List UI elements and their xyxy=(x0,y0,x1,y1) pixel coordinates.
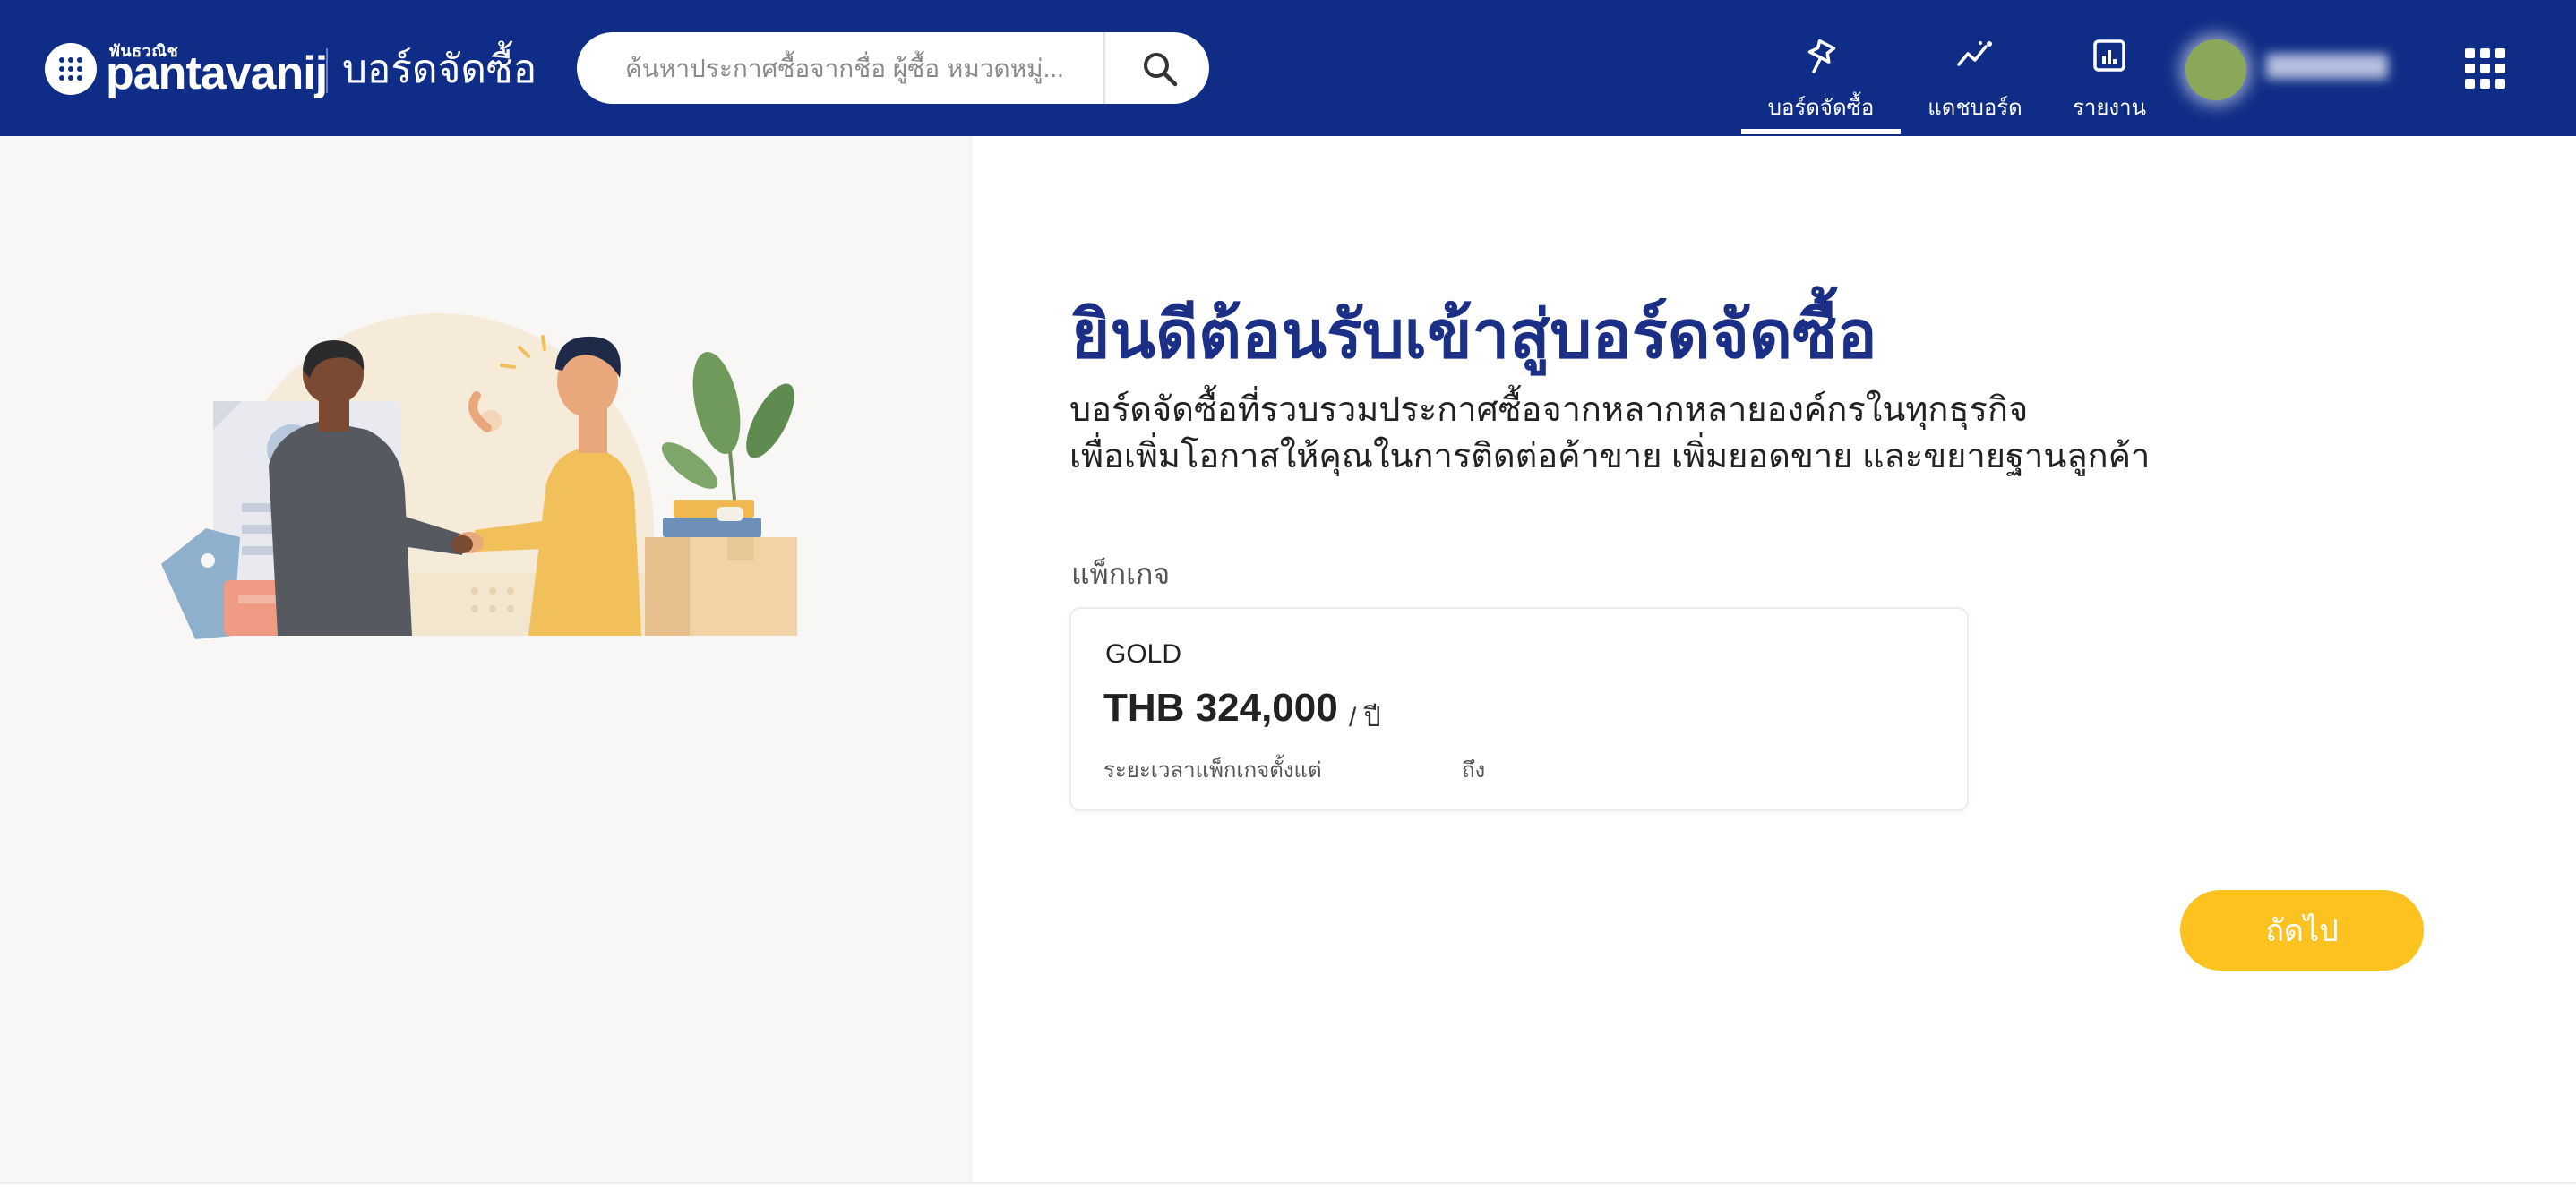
search-bar xyxy=(577,32,1209,104)
search-input[interactable] xyxy=(623,50,1111,88)
nav-label: แดชบอร์ด xyxy=(1928,96,2022,120)
logo-divider xyxy=(326,48,328,93)
bottom-divider xyxy=(0,1182,2576,1184)
search-divider xyxy=(1103,32,1105,104)
logo-icon[interactable] xyxy=(45,43,97,95)
user-name-blurred[interactable]: ████████ xyxy=(2266,54,2413,81)
apps-grid-icon[interactable] xyxy=(2465,48,2506,90)
report-icon xyxy=(2093,39,2125,72)
logo-wordmark[interactable]: pantavanij xyxy=(106,47,328,100)
search-icon xyxy=(1144,53,1178,87)
nav-label: บอร์ดจัดซื้อ xyxy=(1767,96,1875,120)
nav-report[interactable]: รายงาน xyxy=(2051,32,2168,136)
illustration-panel xyxy=(0,136,973,1184)
trend-line-icon xyxy=(1957,41,1992,66)
nav-active-indicator xyxy=(1741,129,1901,134)
description-line-2: เพื่อเพิ่มโอกาสให้คุณในการติดต่อค้าขาย เ… xyxy=(1069,438,2151,475)
next-button[interactable]: ถัดไป xyxy=(2180,890,2424,971)
avatar[interactable] xyxy=(2185,39,2246,100)
nav-label: รายงาน xyxy=(2072,96,2147,120)
package-card: GOLD THB 324,000 / ปี ระยะเวลาแพ็กเกจตั้… xyxy=(1069,607,1969,811)
package-label: แพ็กเกจ xyxy=(1071,558,1171,590)
nav-purchase-board[interactable]: บอร์ดจัดซื้อ xyxy=(1741,32,1901,136)
package-period-label: ระยะเวลาแพ็กเกจตั้งแต่ xyxy=(1103,758,1322,783)
package-period-to-label: ถึง xyxy=(1462,758,1486,783)
app-title: บอร์ดจัดซื้อ xyxy=(342,47,537,91)
package-price: THB 324,000 xyxy=(1103,686,1338,730)
package-price-unit: / ปี xyxy=(1349,703,1381,732)
description-line-1: บอร์ดจัดซื้อที่รวบรวมประกาศซื้อจากหลากหล… xyxy=(1069,391,2029,429)
welcome-title: ยินดีต้อนรับเข้าสู่บอร์ดจัดซื้อ xyxy=(1071,297,1877,372)
welcome-description: บอร์ดจัดซื้อที่รวบรวมประกาศซื้อจากหลากหล… xyxy=(1069,387,2150,480)
nav-dashboard[interactable]: แดชบอร์ด xyxy=(1908,32,2042,136)
package-name: GOLD xyxy=(1105,639,1182,669)
pin-icon xyxy=(1807,39,1836,73)
handshake-illustration xyxy=(143,313,824,797)
search-button[interactable] xyxy=(1109,32,1209,104)
top-navbar: พันธวณิช pantavanij บอร์ดจัดซื้อ บอร์ดจั… xyxy=(0,0,2576,136)
